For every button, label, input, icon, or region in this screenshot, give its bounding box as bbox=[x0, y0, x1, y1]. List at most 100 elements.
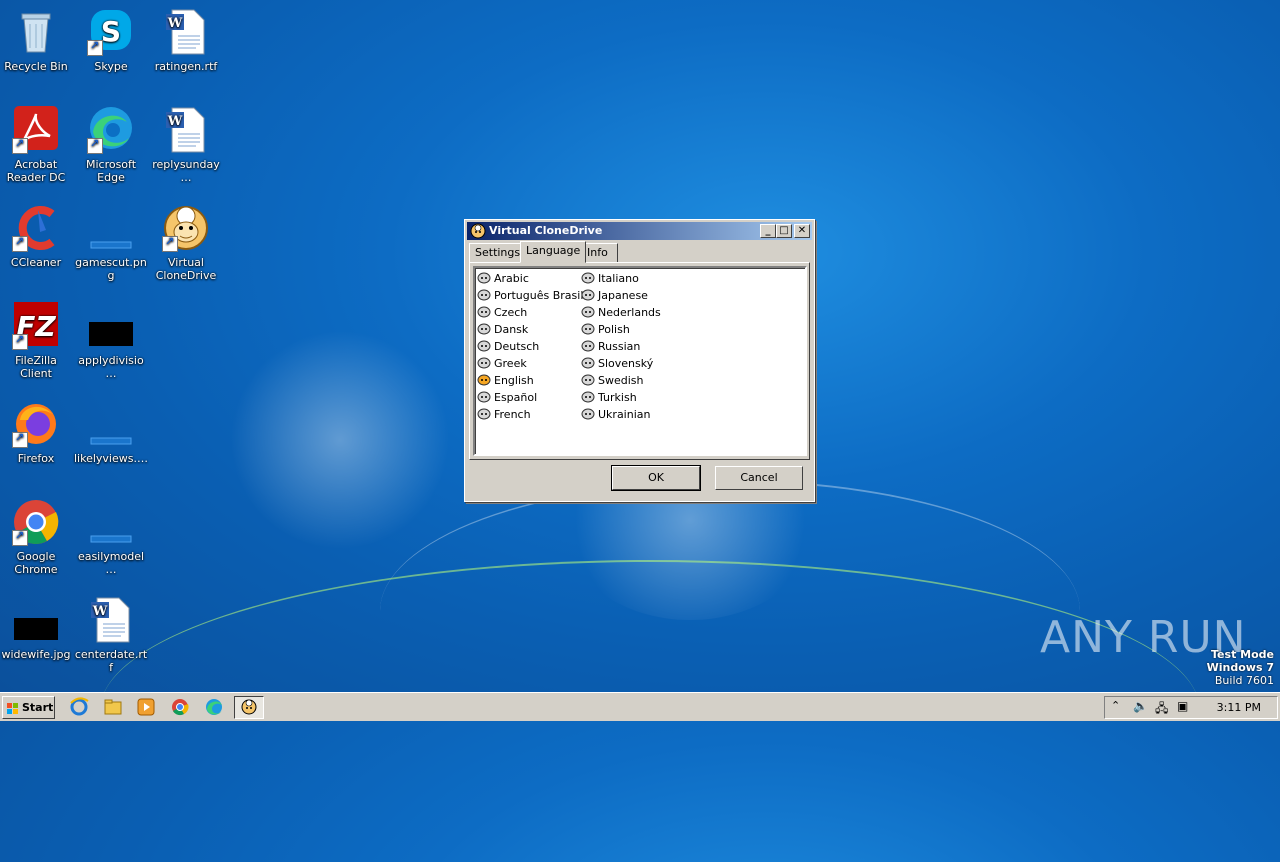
desktop-icon-ccleaner[interactable]: CCleaner bbox=[0, 204, 74, 269]
language-item[interactable]: Español bbox=[477, 389, 537, 406]
start-label: Start bbox=[22, 701, 54, 714]
desktop-icon-skype[interactable]: S Skype bbox=[73, 8, 149, 73]
sheep-icon bbox=[477, 289, 491, 301]
language-item[interactable]: Português Brasil bbox=[477, 287, 583, 304]
sheep-icon bbox=[477, 391, 491, 403]
start-button[interactable]: Start bbox=[2, 696, 55, 719]
sheep-icon bbox=[477, 340, 491, 352]
language-item[interactable]: Slovenský bbox=[581, 355, 653, 372]
image-thumbnail-icon bbox=[12, 596, 60, 644]
desktop-icon-replysunday[interactable]: W replysunday… bbox=[148, 106, 224, 184]
desktop-icon-filezilla[interactable]: FZ FileZilla Client bbox=[0, 302, 74, 380]
language-label: Russian bbox=[598, 340, 641, 353]
language-item[interactable]: Polish bbox=[581, 321, 630, 338]
image-file-icon bbox=[87, 400, 135, 448]
desktop-icon-google-chrome[interactable]: Google Chrome bbox=[0, 498, 74, 576]
language-item[interactable]: Deutsch bbox=[477, 338, 539, 355]
virtual-clonedrive-taskbar-button[interactable] bbox=[234, 696, 264, 719]
language-item[interactable]: Japanese bbox=[581, 287, 648, 304]
desktop-icon-ratingen-rtf[interactable]: W ratingen.rtf bbox=[148, 8, 224, 73]
desktop-icon-label: centerdate.rtf bbox=[74, 648, 148, 674]
language-item[interactable]: Swedish bbox=[581, 372, 644, 389]
language-item[interactable]: English bbox=[477, 372, 534, 389]
shortcut-arrow-icon bbox=[162, 235, 178, 252]
sheep-icon bbox=[477, 323, 491, 335]
language-item[interactable]: French bbox=[477, 406, 531, 423]
desktop-icon-label: Acrobat Reader DC bbox=[6, 158, 66, 184]
desktop-icon-firefox[interactable]: Firefox bbox=[0, 400, 74, 465]
language-list[interactable]: Arabic Português Brasil Czech Dansk Deutsch G… bbox=[473, 266, 807, 456]
tab-language[interactable]: Language bbox=[520, 241, 587, 263]
filezilla-icon: FZ bbox=[12, 302, 60, 350]
image-thumbnail-icon bbox=[87, 302, 135, 350]
desktop-icon-easilymodel[interactable]: easilymodel… bbox=[73, 498, 149, 576]
shortcut-arrow-icon bbox=[12, 431, 28, 448]
sheep-icon bbox=[581, 374, 595, 386]
language-item[interactable]: Ukrainian bbox=[581, 406, 650, 423]
tab-settings[interactable]: Settings bbox=[469, 243, 527, 263]
desktop-icon-label: CCleaner bbox=[10, 256, 62, 269]
edge-icon[interactable] bbox=[203, 697, 225, 717]
watermark-line2: Windows 7 bbox=[1206, 661, 1274, 674]
desktop-icon-applydivisio[interactable]: applydivisio… bbox=[73, 302, 149, 380]
language-label: Português Brasil bbox=[494, 289, 584, 302]
chrome-icon[interactable] bbox=[169, 697, 191, 717]
title-bar[interactable]: Virtual CloneDrive _ □ ✕ bbox=[467, 222, 812, 240]
action-center-icon[interactable]: ▣ bbox=[1177, 699, 1188, 713]
language-item[interactable]: Russian bbox=[581, 338, 640, 355]
tab-info[interactable]: Info bbox=[581, 243, 618, 263]
desktop-icon-gamescut-png[interactable]: gamescut.png bbox=[73, 204, 149, 282]
language-label: Ukrainian bbox=[598, 408, 651, 421]
language-item[interactable]: Italiano bbox=[581, 270, 639, 287]
language-item[interactable]: Czech bbox=[477, 304, 527, 321]
language-label: Arabic bbox=[494, 272, 529, 285]
wallpaper-glow bbox=[230, 330, 450, 550]
sheep-icon bbox=[477, 408, 491, 420]
language-label: Dansk bbox=[494, 323, 529, 336]
desktop-icon-virtual-clonedrive[interactable]: Virtual CloneDrive bbox=[148, 204, 224, 282]
shortcut-arrow-icon bbox=[12, 529, 28, 546]
desktop-icon-label: Virtual CloneDrive bbox=[155, 256, 217, 282]
window-title: Virtual CloneDrive bbox=[489, 224, 603, 237]
language-panel: Arabic Português Brasil Czech Dansk Deutsch G… bbox=[469, 262, 810, 460]
language-item[interactable]: Arabic bbox=[477, 270, 529, 287]
watermark-line1: Test Mode bbox=[1211, 648, 1274, 661]
desktop-icon-acrobat[interactable]: Acrobat Reader DC bbox=[0, 106, 74, 184]
desktop-icon-label: Google Chrome bbox=[14, 550, 58, 576]
cancel-button[interactable]: Cancel bbox=[715, 466, 803, 490]
minimize-button[interactable]: _ bbox=[760, 224, 776, 238]
sheep-icon bbox=[477, 306, 491, 318]
volume-icon[interactable]: 🔈 bbox=[1133, 699, 1148, 713]
word-document-icon: W bbox=[162, 8, 210, 56]
desktop-icon-likelyviews[interactable]: likelyviews.… bbox=[73, 400, 149, 465]
sheep-icon bbox=[581, 323, 595, 335]
ok-button[interactable]: OK bbox=[611, 465, 701, 491]
sheep-icon bbox=[581, 408, 595, 420]
desktop-icon-centerdate-rtf[interactable]: W centerdate.rtf bbox=[73, 596, 149, 674]
desktop-icon-recycle-bin[interactable]: Recycle Bin bbox=[0, 8, 74, 73]
desktop-icon-microsoft-edge[interactable]: Microsoft Edge bbox=[73, 106, 149, 184]
clock[interactable]: 3:11 PM bbox=[1217, 701, 1261, 714]
chrome-icon bbox=[12, 498, 60, 546]
language-item[interactable]: Greek bbox=[477, 355, 527, 372]
desktop-icon-label: FileZilla Client bbox=[15, 354, 57, 380]
sheep-icon bbox=[581, 357, 595, 369]
language-item[interactable]: Turkish bbox=[581, 389, 637, 406]
image-file-icon bbox=[87, 498, 135, 546]
system-tray: ⌃ 🔈 🖧 ▣ 3:11 PM bbox=[1104, 696, 1278, 719]
recycle-bin-icon bbox=[12, 8, 60, 56]
language-label: Deutsch bbox=[494, 340, 540, 353]
close-button[interactable]: ✕ bbox=[794, 224, 810, 238]
network-icon[interactable]: 🖧 bbox=[1155, 699, 1168, 720]
show-hidden-icons-button[interactable]: ⌃ bbox=[1111, 699, 1120, 712]
sheep-icon bbox=[162, 204, 210, 252]
internet-explorer-icon[interactable] bbox=[68, 697, 90, 717]
file-explorer-icon[interactable] bbox=[102, 697, 124, 717]
media-player-icon[interactable] bbox=[135, 697, 157, 717]
desktop-icon-widewife-jpg[interactable]: widewife.jpg bbox=[0, 596, 74, 661]
maximize-button[interactable]: □ bbox=[776, 224, 792, 238]
language-item[interactable]: Nederlands bbox=[581, 304, 661, 321]
language-item[interactable]: Dansk bbox=[477, 321, 528, 338]
ccleaner-icon bbox=[12, 204, 60, 252]
language-label: Swedish bbox=[598, 374, 644, 387]
